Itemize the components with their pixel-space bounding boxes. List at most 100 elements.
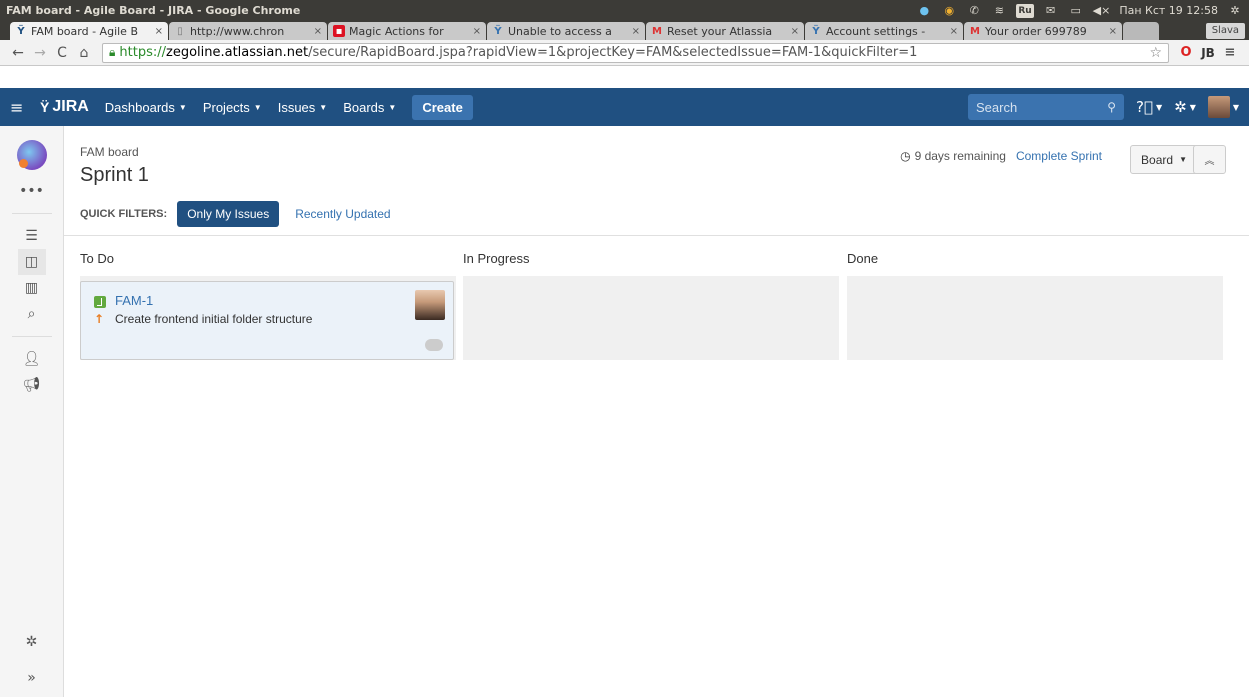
tab-chron[interactable]: ▯ http://www.chron × — [169, 22, 327, 40]
project-avatar[interactable] — [16, 140, 47, 170]
window-title: FAM board - Agile Board - JIRA - Google … — [6, 4, 301, 17]
help-menu[interactable]: ?⃝ ▼ — [1136, 98, 1162, 116]
nav-label: Boards — [343, 99, 385, 115]
browser-tab-strip: Ÿ FAM board - Agile B × ▯ http://www.chr… — [0, 21, 1249, 40]
search-placeholder: Search — [975, 99, 1018, 115]
search-icon: ⚲ — [1107, 100, 1116, 114]
issue-summary: Create frontend initial folder structure — [115, 312, 313, 326]
tab-reset-atlassian[interactable]: M Reset your Atlassia × — [646, 22, 804, 40]
page-title: Sprint 1 — [80, 164, 149, 186]
atlassian-icon: Ÿ — [494, 25, 502, 37]
forward-arrow-icon[interactable]: → — [30, 43, 50, 63]
expand-sidebar-icon[interactable]: » — [18, 665, 46, 691]
app-switcher-icon[interactable]: ≡ — [10, 98, 26, 117]
lock-icon: 🔒︎ — [109, 45, 116, 59]
close-tab-icon[interactable]: × — [473, 26, 481, 37]
create-button[interactable]: Create — [412, 94, 473, 120]
close-tab-icon[interactable]: × — [314, 26, 322, 37]
opera-extension-icon[interactable]: O — [1175, 43, 1197, 63]
issues-search-icon[interactable]: ⌕ — [18, 301, 46, 327]
chrome-icon[interactable]: ◉ — [941, 4, 957, 18]
wifi-icon[interactable]: ≋ — [991, 4, 1007, 18]
search-input[interactable]: Search ⚲ — [967, 94, 1124, 120]
jira-logo-text: JIRA — [52, 98, 89, 115]
jira-header: ≡ Ÿ JIRA Dashboards ▼ Projects ▼ Issues … — [0, 88, 1249, 126]
admin-menu[interactable]: ✲ ▼ — [1174, 98, 1196, 116]
battery-icon[interactable]: ▭ — [1068, 4, 1084, 18]
os-top-bar: FAM board - Agile Board - JIRA - Google … — [0, 0, 1249, 21]
sidebar-divider — [11, 336, 52, 337]
close-tab-icon[interactable]: × — [632, 26, 640, 37]
reload-icon[interactable]: C — [52, 43, 72, 63]
more-icon[interactable]: ••• — [18, 178, 46, 204]
complete-sprint-link[interactable]: Complete Sprint — [1016, 149, 1102, 163]
sprint-remaining: ◷ 9 days remaining Complete Sprint — [900, 149, 1102, 163]
nav-label: Dashboards — [104, 99, 175, 115]
assignee-avatar[interactable] — [415, 290, 445, 320]
issue-card[interactable]: FAM-1 ↑ Create frontend initial folder s… — [80, 281, 454, 360]
project-sidebar: ••• ☰ ◫ ▥ ⌕ 👤︎ 📢︎ ✲ » — [0, 126, 64, 697]
column-in-progress[interactable] — [463, 276, 839, 360]
board-name[interactable]: FAM board — [80, 145, 139, 159]
reports-icon[interactable]: ▥ — [18, 275, 46, 301]
home-icon[interactable]: ⌂ — [74, 43, 94, 63]
close-tab-icon[interactable]: × — [1109, 26, 1117, 37]
active-sprints-icon[interactable]: ◫ — [17, 249, 46, 275]
mail-icon[interactable]: ✉ — [1043, 4, 1059, 18]
quick-filters: QUICK FILTERS: Only My Issues Recently U… — [80, 201, 407, 227]
tab-fam-board[interactable]: Ÿ FAM board - Agile B × — [10, 22, 168, 40]
chrome-menu-icon[interactable]: ≡ — [1219, 43, 1241, 63]
tab-label: FAM board - Agile B — [31, 24, 138, 38]
chevron-down-icon: ▼ — [1179, 155, 1187, 164]
tab-account-settings[interactable]: Ÿ Account settings - × — [805, 22, 963, 40]
filter-recently-updated[interactable]: Recently Updated — [285, 201, 400, 227]
nav-projects[interactable]: Projects ▼ — [203, 100, 262, 115]
url-scheme: https:// — [119, 45, 166, 60]
filter-only-my-issues[interactable]: Only My Issues — [177, 201, 280, 227]
header-right: Search ⚲ ?⃝ ▼ ✲ ▼ ▼ — [967, 94, 1239, 120]
tab-unable-to-access[interactable]: Ÿ Unable to access a × — [487, 22, 645, 40]
quick-filters-label: QUICK FILTERS: — [80, 208, 168, 220]
close-tab-icon[interactable]: × — [155, 26, 163, 37]
close-tab-icon[interactable]: × — [950, 26, 958, 37]
nav-dashboards[interactable]: Dashboards ▼ — [105, 100, 187, 115]
phone-icon[interactable]: ✆ — [966, 4, 982, 18]
issue-key-link[interactable]: FAM-1 — [115, 293, 153, 308]
settings-gear-icon[interactable]: ✲ — [18, 629, 46, 655]
tab-magic-actions[interactable]: ▪ Magic Actions for × — [328, 22, 486, 40]
nav-issues[interactable]: Issues ▼ — [278, 100, 328, 115]
url-path: /secure/RapidBoard.jspa?rapidView=1&proj… — [308, 45, 918, 60]
back-arrow-icon[interactable]: ← — [8, 43, 28, 63]
backlog-icon[interactable]: ☰ — [18, 223, 46, 249]
settings-gear-icon[interactable]: ✲ — [1227, 4, 1243, 18]
add-people-icon[interactable]: 👤︎ — [18, 346, 46, 372]
collapse-header-button[interactable]: ︽ — [1193, 145, 1226, 174]
estimate-badge — [425, 339, 443, 351]
keyboard-layout-indicator[interactable]: Ru — [1016, 3, 1034, 18]
board-main: FAM board Sprint 1 ◷ 9 days remaining Co… — [64, 126, 1249, 697]
tab-your-order[interactable]: M Your order 699789 × — [964, 22, 1122, 40]
sidebar-divider — [11, 213, 52, 214]
jetbrains-extension-icon[interactable]: JB — [1197, 43, 1219, 63]
skype-icon[interactable]: ● — [916, 4, 932, 18]
clock[interactable]: Пан Кст 19 12:58 — [1119, 4, 1218, 17]
feedback-megaphone-icon[interactable]: 📢︎ — [18, 372, 46, 398]
remaining-text: 9 days remaining — [914, 149, 1006, 163]
volume-muted-icon[interactable]: ◀× — [1093, 4, 1111, 18]
tab-label: Magic Actions for — [349, 24, 444, 38]
new-tab-button[interactable] — [1123, 22, 1159, 40]
help-icon: ?⃝ — [1135, 98, 1153, 116]
column-done[interactable] — [847, 276, 1223, 360]
profile-button[interactable]: Slava — [1205, 23, 1245, 39]
chevron-down-icon: ▼ — [1189, 102, 1196, 112]
address-bar[interactable]: 🔒︎ https:// zegoline.atlassian.net /secu… — [102, 42, 1169, 63]
user-menu[interactable]: ▼ — [1207, 96, 1239, 118]
nav-boards[interactable]: Boards ▼ — [343, 100, 396, 115]
close-tab-icon[interactable]: × — [791, 26, 799, 37]
chevron-down-icon: ▼ — [178, 102, 187, 112]
board-menu-label: Board — [1141, 152, 1174, 167]
jira-logo[interactable]: Ÿ JIRA — [40, 98, 89, 116]
bookmark-star-icon[interactable]: ☆ — [1149, 45, 1162, 61]
url-host: zegoline.atlassian.net — [166, 45, 309, 60]
board-menu-button[interactable]: Board ▼ — [1130, 145, 1198, 174]
